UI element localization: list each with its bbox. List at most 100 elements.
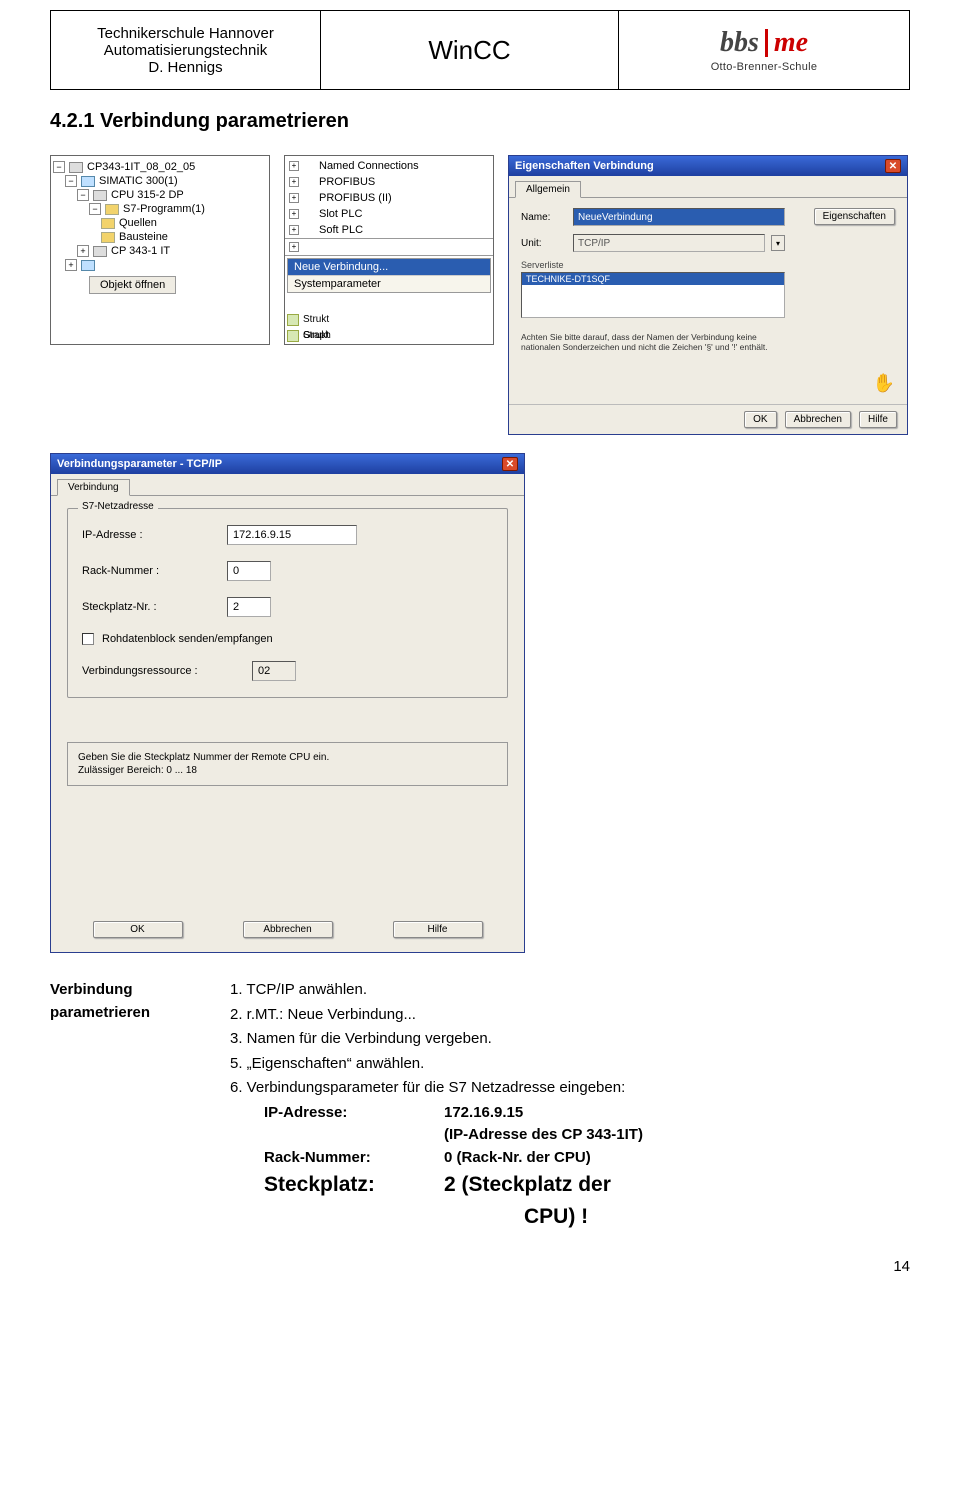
server-item[interactable]: TECHNIKE-DT1SQF [522, 273, 784, 285]
ctx-item-profibus[interactable]: +PROFIBUS [285, 174, 493, 190]
instruction-heading: Verbindung parametrieren [50, 979, 200, 1232]
hint-line2: Zulässiger Bereich: 0 ... 18 [78, 764, 497, 777]
slot-field[interactable]: 2 [227, 597, 271, 617]
expand-icon[interactable]: + [289, 161, 299, 171]
props-titlebar[interactable]: Eigenschaften Verbindung ✕ [509, 156, 907, 176]
kv-slot-val2: CPU) ! [444, 1201, 588, 1233]
properties-dialog: Eigenschaften Verbindung ✕ Allgemein Nam… [508, 155, 908, 435]
tree-sources[interactable]: Quellen [119, 217, 157, 229]
tree-station[interactable]: SIMATIC 300(1) [99, 175, 178, 187]
cancel-button[interactable]: Abbrechen [243, 921, 333, 938]
ctx-item-slot-plc[interactable]: +Slot PLC [285, 206, 493, 222]
connection-params-dialog: Verbindungsparameter - TCP/IP ✕ Verbindu… [50, 453, 525, 953]
kv-ip-key: IP-Adresse: [264, 1102, 444, 1125]
node-icon [81, 260, 95, 271]
instr-left1: Verbindung [50, 979, 200, 1002]
conn-titlebar[interactable]: Verbindungsparameter - TCP/IP ✕ [51, 454, 524, 474]
struct-icon [287, 314, 299, 326]
step-1: 1. TCP/IP anwählen. [230, 979, 910, 1002]
station-icon [81, 176, 95, 187]
slot-hint-box: Geben Sie die Steckplatz Nummer der Remo… [67, 742, 508, 786]
school-name: Technikerschule Hannover [97, 25, 274, 42]
graph-icon [287, 330, 299, 342]
expand-icon[interactable]: + [289, 177, 299, 187]
server-list[interactable]: TECHNIKE-DT1SQF [521, 272, 785, 318]
screenshot-row-top: −CP343-1IT_08_02_05 −SIMATIC 300(1) −CPU… [50, 155, 910, 435]
rawdata-label: Rohdatenblock senden/empfangen [102, 633, 273, 645]
ip-field[interactable]: 172.16.9.15 [227, 525, 357, 545]
folder-icon [101, 232, 115, 243]
ctx-item-soft-plc[interactable]: +Soft PLC [285, 222, 493, 238]
context-submenu: Neue Verbindung... Systemparameter [287, 258, 491, 293]
chevron-down-icon[interactable]: ▾ [771, 235, 785, 251]
collapse-icon[interactable]: − [89, 203, 101, 215]
simatic-project-tree: −CP343-1IT_08_02_05 −SIMATIC 300(1) −CPU… [50, 155, 270, 345]
close-icon[interactable]: ✕ [502, 457, 518, 471]
cancel-button[interactable]: Abbrechen [785, 411, 851, 428]
project-icon [69, 162, 83, 173]
tree-root[interactable]: CP343-1IT_08_02_05 [87, 161, 195, 173]
ok-button[interactable]: OK [744, 411, 776, 428]
expand-icon[interactable]: + [65, 259, 77, 271]
department-name: Automatisierungstechnik [104, 42, 267, 59]
step-3: 3. Namen für die Verbindung vergeben. [230, 1028, 910, 1051]
hint-line1: Geben Sie die Steckplatz Nummer der Remo… [78, 751, 497, 764]
menu-new-connection[interactable]: Neue Verbindung... [288, 259, 490, 275]
expand-icon[interactable]: + [77, 245, 89, 257]
resource-field: 02 [252, 661, 296, 681]
folder-icon [101, 218, 115, 229]
conn-tabstrip: Verbindung [51, 474, 524, 496]
props-title: Eigenschaften Verbindung [515, 160, 654, 172]
author-name: D. Hennigs [148, 59, 222, 76]
cpu-icon [93, 190, 107, 201]
tree-program[interactable]: S7-Programm(1) [123, 203, 205, 215]
step-2: 2. r.MT.: Neue Verbindung... [230, 1004, 910, 1027]
collapse-icon[interactable]: − [77, 189, 89, 201]
step-6: 6. Verbindungsparameter für die S7 Netza… [230, 1077, 910, 1100]
ctx-item-tcpip[interactable]: + [285, 238, 493, 256]
properties-button[interactable]: Eigenschaften [814, 208, 895, 225]
menu-system-params[interactable]: Systemparameter [288, 276, 490, 292]
expand-icon[interactable]: + [289, 193, 299, 203]
unit-dropdown[interactable]: TCP/IP [573, 234, 765, 252]
expand-icon[interactable]: + [289, 225, 299, 235]
help-button[interactable]: Hilfe [859, 411, 897, 428]
name-field[interactable]: NeueVerbindung [573, 208, 785, 226]
document-header: Technikerschule Hannover Automatisierung… [50, 10, 910, 90]
name-label: Name: [521, 212, 567, 223]
instruction-block: Verbindung parametrieren 1. TCP/IP anwäh… [50, 979, 910, 1232]
rack-field[interactable]: 0 [227, 561, 271, 581]
page-number: 14 [50, 1258, 910, 1275]
context-menu-panel: +Named Connections +PROFIBUS +PROFIBUS (… [284, 155, 494, 345]
slot-label: Steckplatz-Nr. : [82, 601, 227, 613]
open-object-button[interactable]: Objekt öffnen [89, 276, 176, 294]
s7-address-group: S7-Netzadresse IP-Adresse : 172.16.9.15 … [67, 508, 508, 698]
ctx-foot-label: Strukt [303, 314, 329, 326]
tree-cpu[interactable]: CPU 315-2 DP [111, 189, 184, 201]
collapse-icon[interactable]: − [65, 175, 77, 187]
serverlist-label: Serverliste [521, 260, 785, 270]
kv-rack-key: Rack-Nummer: [264, 1147, 444, 1170]
resource-label: Verbindungsressource : [82, 665, 252, 677]
tab-general[interactable]: Allgemein [515, 181, 581, 198]
kv-ip-val: 172.16.9.15 [444, 1102, 523, 1125]
props-tabstrip: Allgemein [509, 176, 907, 198]
header-logo-cell: bbs me Otto-Brenner-Schule [619, 11, 909, 89]
rawdata-checkbox[interactable] [82, 633, 94, 645]
expand-icon[interactable]: + [289, 242, 299, 252]
help-button[interactable]: Hilfe [393, 921, 483, 938]
collapse-icon[interactable]: − [53, 161, 65, 173]
ctx-item-profibus2[interactable]: +PROFIBUS (II) [285, 190, 493, 206]
logo-text-bbs: bbs [720, 27, 759, 59]
kv-slot-key: Steckplatz: [264, 1169, 444, 1201]
cp-icon [93, 246, 107, 257]
tree-cp[interactable]: CP 343-1 IT [111, 245, 170, 257]
expand-icon[interactable]: + [289, 209, 299, 219]
close-icon[interactable]: ✕ [885, 159, 901, 173]
ok-button[interactable]: OK [93, 921, 183, 938]
tree-blocks[interactable]: Bausteine [119, 231, 168, 243]
conn-title: Verbindungsparameter - TCP/IP [57, 458, 222, 470]
tab-connection[interactable]: Verbindung [57, 479, 130, 496]
ctx-item-named-connections[interactable]: +Named Connections [285, 158, 493, 174]
header-left-cell: Technikerschule Hannover Automatisierung… [51, 11, 321, 89]
